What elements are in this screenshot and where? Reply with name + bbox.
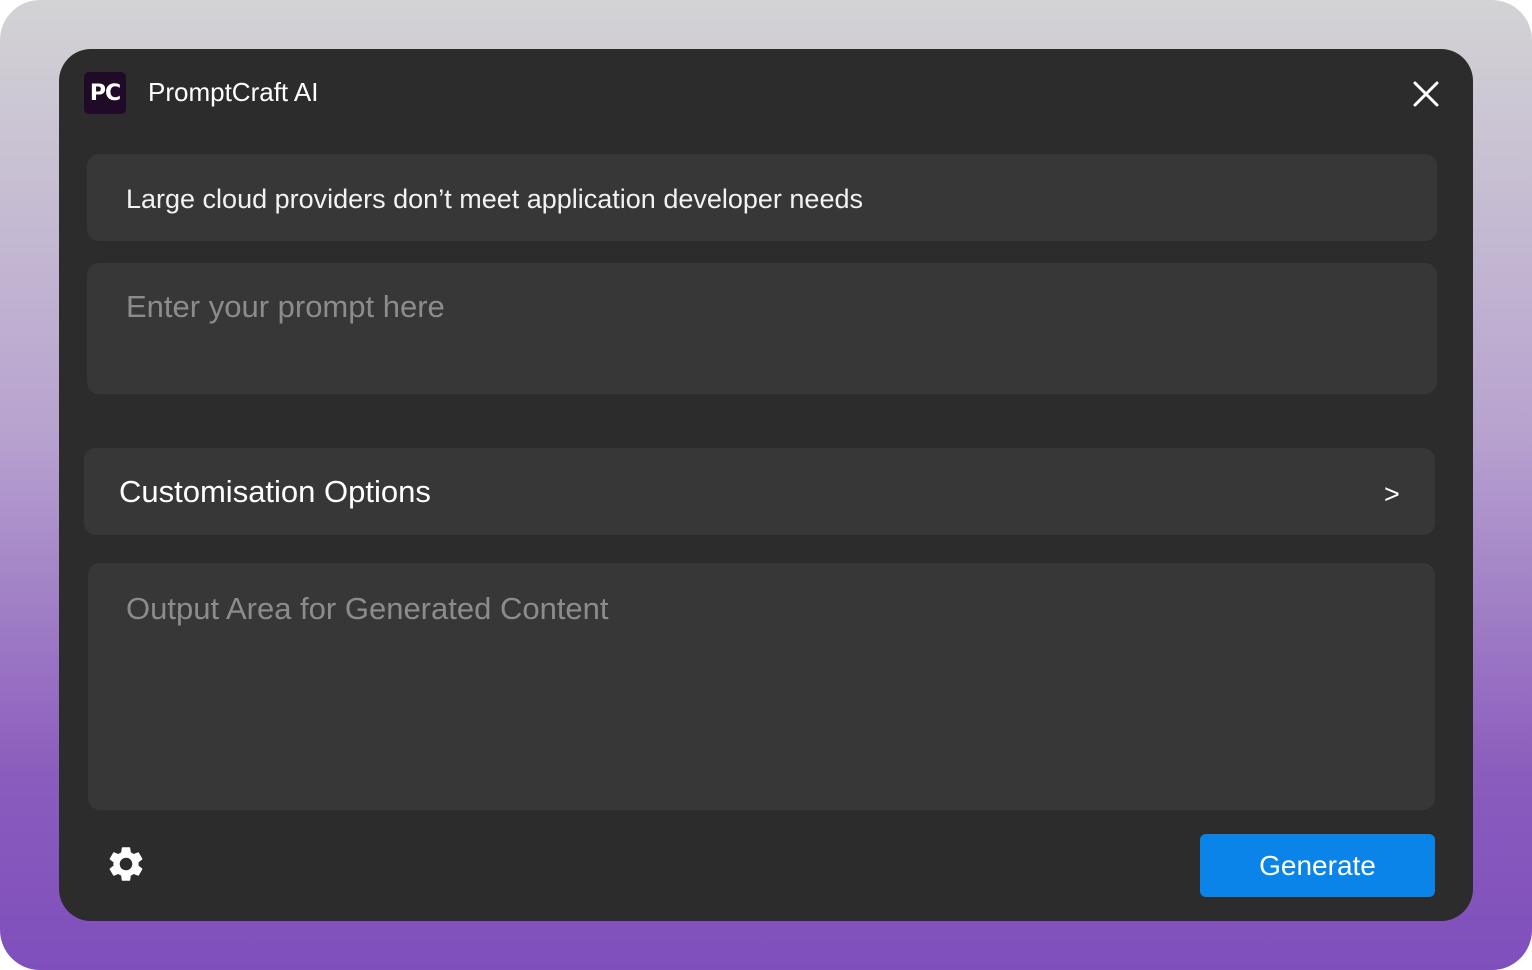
settings-button[interactable]: [105, 843, 147, 885]
chevron-right-icon: >: [1384, 479, 1400, 509]
output-area: Output Area for Generated Content: [88, 563, 1435, 810]
topic-text: Large cloud providers don’t meet applica…: [126, 184, 863, 214]
app-title: PromptCraft AI: [148, 77, 319, 107]
desktop-background: PC PromptCraft AI Large cloud providers …: [0, 0, 1532, 970]
prompt-input[interactable]: [126, 289, 1406, 379]
close-button[interactable]: [1411, 79, 1441, 109]
gear-icon: [109, 847, 143, 881]
customisation-options-label: Customisation Options: [119, 474, 431, 509]
generate-button[interactable]: Generate: [1200, 834, 1435, 897]
close-icon: [1413, 81, 1439, 107]
app-logo: PC: [84, 72, 126, 114]
customisation-options-toggle[interactable]: Customisation Options >: [84, 448, 1435, 535]
topic-field[interactable]: Large cloud providers don’t meet applica…: [87, 154, 1437, 241]
prompt-field-container: [87, 263, 1437, 394]
app-window: PC PromptCraft AI Large cloud providers …: [59, 49, 1473, 921]
output-placeholder: Output Area for Generated Content: [126, 591, 609, 626]
